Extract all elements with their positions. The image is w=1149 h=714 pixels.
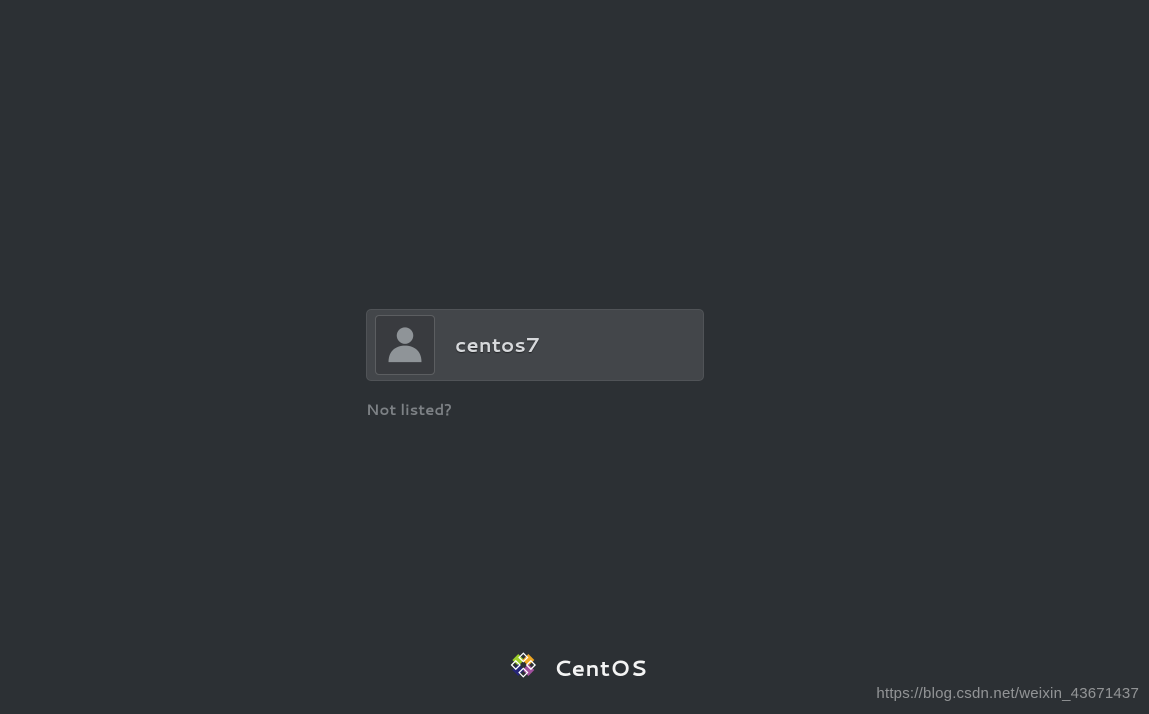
person-icon xyxy=(383,320,427,370)
not-listed-link[interactable]: Not listed? xyxy=(366,399,704,420)
centos-logo-icon xyxy=(502,644,544,692)
avatar xyxy=(375,315,435,375)
watermark-text: https://blog.csdn.net/weixin_43671437 xyxy=(876,685,1139,702)
os-brand-name: CentOS xyxy=(554,653,647,684)
login-user-list: centos7 Not listed? xyxy=(366,309,704,420)
username-label: centos7 xyxy=(455,331,540,359)
user-select-centos7[interactable]: centos7 xyxy=(366,309,704,381)
os-brand: CentOS xyxy=(502,644,647,692)
